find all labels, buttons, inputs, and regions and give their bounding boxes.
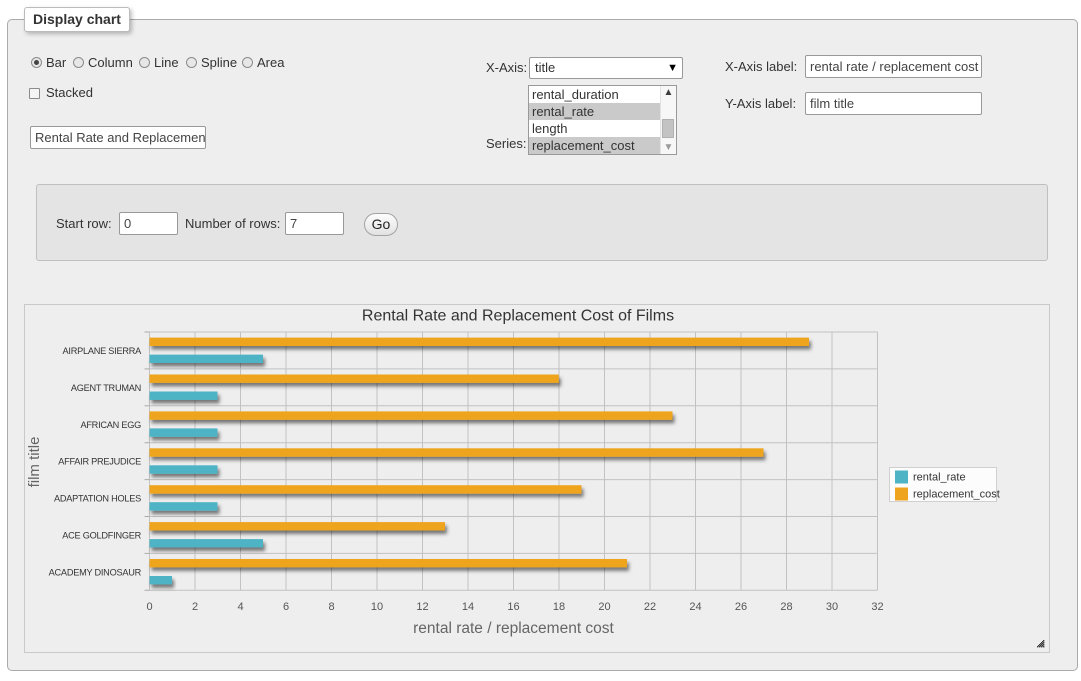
svg-text:Rental Rate and Replacement Co: Rental Rate and Replacement Cost of Film… bbox=[362, 308, 674, 325]
svg-text:12: 12 bbox=[416, 601, 428, 613]
svg-text:6: 6 bbox=[283, 601, 289, 613]
svg-text:26: 26 bbox=[735, 601, 747, 613]
svg-text:rental_rate: rental_rate bbox=[913, 472, 966, 484]
svg-text:0: 0 bbox=[146, 601, 152, 613]
svg-text:4: 4 bbox=[237, 601, 243, 613]
svg-text:22: 22 bbox=[644, 601, 656, 613]
svg-text:28: 28 bbox=[780, 601, 792, 613]
svg-text:AIRPLANE SIERRA: AIRPLANE SIERRA bbox=[63, 346, 143, 356]
svg-text:AFRICAN EGG: AFRICAN EGG bbox=[80, 420, 141, 430]
svg-text:ACE GOLDFINGER: ACE GOLDFINGER bbox=[62, 530, 141, 540]
svg-text:AGENT TRUMAN: AGENT TRUMAN bbox=[71, 383, 141, 393]
svg-text:20: 20 bbox=[598, 601, 610, 613]
svg-text:16: 16 bbox=[507, 601, 519, 613]
svg-text:30: 30 bbox=[826, 601, 838, 613]
svg-text:AFFAIR PREJUDICE: AFFAIR PREJUDICE bbox=[58, 457, 141, 467]
svg-text:ACADEMY DINOSAUR: ACADEMY DINOSAUR bbox=[49, 567, 142, 577]
svg-text:2: 2 bbox=[192, 601, 198, 613]
svg-text:film title: film title bbox=[26, 437, 43, 488]
svg-text:8: 8 bbox=[328, 601, 334, 613]
svg-text:14: 14 bbox=[462, 601, 474, 613]
svg-text:32: 32 bbox=[871, 601, 883, 613]
svg-text:replacement_cost: replacement_cost bbox=[913, 489, 1000, 501]
svg-text:ADAPTATION HOLES: ADAPTATION HOLES bbox=[54, 494, 141, 504]
svg-text:24: 24 bbox=[689, 601, 701, 613]
svg-text:10: 10 bbox=[371, 601, 383, 613]
svg-text:rental rate / replacement cost: rental rate / replacement cost bbox=[413, 620, 614, 637]
svg-text:18: 18 bbox=[553, 601, 565, 613]
